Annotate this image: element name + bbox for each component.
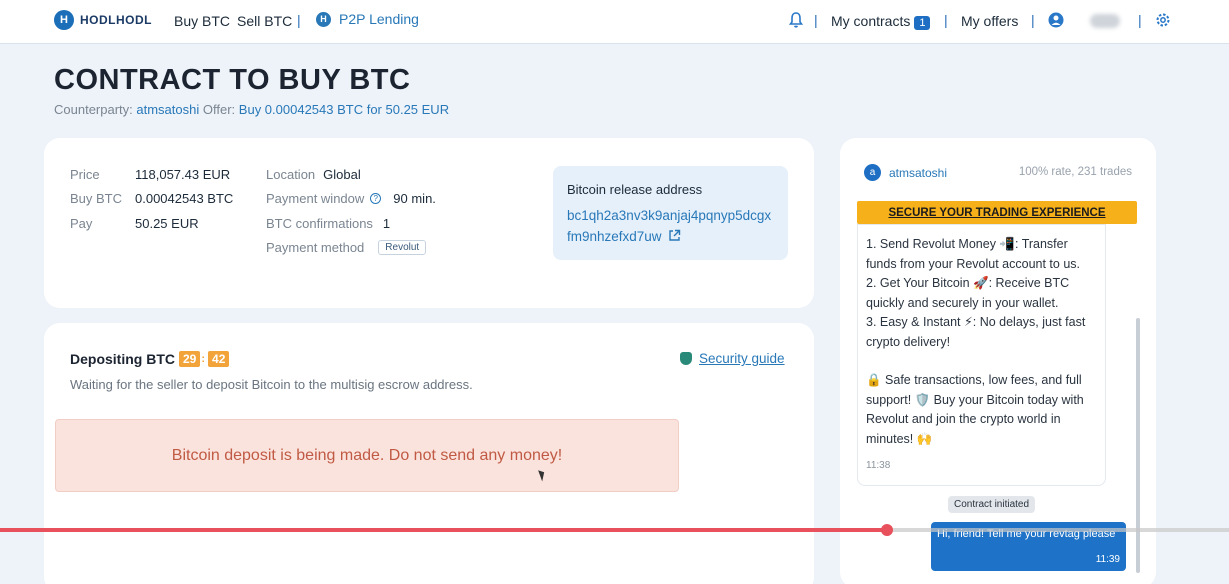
- nav-separator: |: [1138, 12, 1142, 28]
- chat-header[interactable]: a atmsatoshi: [864, 164, 947, 181]
- chat-promo-banner[interactable]: SECURE YOUR TRADING EXPERIENCE: [857, 201, 1137, 224]
- price-label: Price: [70, 166, 100, 182]
- location-value: Global: [323, 166, 361, 182]
- p2p-lending-icon: H: [316, 11, 331, 27]
- nav-p2p-lending[interactable]: H P2P Lending: [316, 11, 419, 27]
- chat-rating: 100% rate, 231 trades: [1018, 166, 1132, 178]
- message-time: 11:38: [866, 459, 891, 471]
- contract-initiated-pill: Contract initiated: [948, 496, 1036, 513]
- page-title: CONTRACT TO BUY BTC: [54, 64, 411, 96]
- user-icon[interactable]: [1048, 11, 1064, 29]
- buy-btc-value: 0.00042543 BTC: [135, 191, 234, 207]
- deposit-title-row: Depositing BTC 29 : 42: [70, 351, 230, 367]
- timer-seconds: 42: [208, 351, 230, 367]
- username-blurred[interactable]: [1090, 14, 1120, 28]
- nav-buy-btc[interactable]: Buy BTC: [174, 13, 230, 29]
- nav-my-offers[interactable]: My offers: [961, 13, 1018, 29]
- release-address-box: Bitcoin release address bc1qh2a3nv3k9anj…: [553, 166, 788, 260]
- pay-value: 50.25 EUR: [135, 215, 199, 231]
- deposit-title: Depositing BTC: [70, 351, 175, 367]
- contract-details-card: Price 118,057.43 EUR Buy BTC 0.00042543 BT…: [44, 138, 814, 308]
- p2p-lending-label: P2P Lending: [339, 11, 419, 27]
- offer-link[interactable]: Buy 0.00042543 BTC for 50.25 EUR: [239, 102, 449, 117]
- video-progress-fill: [0, 528, 887, 532]
- offer-label: Offer:: [202, 102, 236, 117]
- release-address-link[interactable]: bc1qh2a3nv3k9anjaj4pqnyp5dcgxfm9nhzefxd7…: [567, 205, 774, 247]
- message-line: 3. Easy & Instant ⚡: No delays, just fas…: [866, 315, 1086, 349]
- video-progress-handle[interactable]: [881, 524, 893, 536]
- nav-separator: |: [814, 12, 818, 28]
- release-address-title: Bitcoin release address: [567, 182, 703, 197]
- price-value: 118,057.43 EUR: [135, 166, 231, 182]
- payment-window-value: 90 min.: [393, 191, 436, 207]
- payment-method-tag: Revolut: [378, 240, 427, 256]
- nav-my-contracts[interactable]: My contracts 1: [831, 13, 931, 30]
- help-icon[interactable]: ?: [370, 193, 382, 205]
- timer-minutes: 29: [179, 351, 201, 367]
- hodlhodl-logo[interactable]: H HODLHODL: [54, 10, 152, 30]
- pay-label: Pay: [70, 215, 93, 231]
- terms-details: Location Global Payment window? 90 min. BT…: [266, 162, 436, 260]
- payment-method-label: Payment method: [266, 240, 365, 256]
- my-contracts-label: My contracts: [831, 13, 911, 29]
- price-details: Price 118,057.43 EUR Buy BTC 0.00042543 BT…: [70, 162, 233, 236]
- chat-username: atmsatoshi: [889, 165, 948, 180]
- message-line: 1. Send Revolut Money 📲: Transfer funds …: [866, 237, 1080, 271]
- settings-gear-icon[interactable]: [1155, 11, 1171, 29]
- deposit-status-card: Depositing BTC 29 : 42 Waiting for the s…: [44, 323, 814, 584]
- bell-icon[interactable]: [788, 11, 804, 29]
- buy-btc-label: Buy BTC: [70, 191, 123, 207]
- contracts-count-badge: 1: [914, 16, 931, 30]
- security-guide-label: Security guide: [699, 351, 785, 366]
- incoming-message: 1. Send Revolut Money 📲: Transfer funds …: [857, 224, 1106, 486]
- top-navigation: H HODLHODL Buy BTC Sell BTC | H P2P Lend…: [0, 0, 1229, 44]
- counterparty-link[interactable]: atmsatoshi: [136, 102, 199, 117]
- logo-mark-icon: H: [54, 10, 74, 30]
- external-link-icon[interactable]: [668, 229, 681, 242]
- shield-icon: [680, 352, 692, 365]
- btc-confirmations-label: BTC confirmations: [266, 215, 373, 231]
- message-line: 🔒 Safe transactions, low fees, and full …: [866, 373, 1084, 446]
- security-guide-link[interactable]: Security guide: [680, 351, 785, 366]
- outgoing-message-time: 11:39: [1095, 554, 1120, 565]
- contract-subline: Counterparty: atmsatoshi Offer: Buy 0.00…: [54, 102, 449, 117]
- nav-separator: |: [1031, 12, 1035, 28]
- message-line: 2. Get Your Bitcoin 🚀: Receive BTC quick…: [866, 276, 1070, 310]
- deposit-subtitle: Waiting for the seller to deposit Bitcoi…: [70, 377, 473, 392]
- nav-separator: |: [297, 12, 301, 28]
- chat-scrollbar[interactable]: [1136, 318, 1140, 573]
- nav-separator: |: [944, 12, 948, 28]
- nav-sell-btc[interactable]: Sell BTC: [237, 13, 292, 29]
- deposit-warning-alert: Bitcoin deposit is being made. Do not se…: [55, 419, 679, 492]
- counterparty-label: Counterparty:: [54, 102, 133, 117]
- chat-panel: a atmsatoshi 100% rate, 231 trades SECUR…: [840, 138, 1156, 584]
- btc-confirmations-value: 1: [382, 215, 391, 231]
- timer-separator: :: [201, 353, 206, 365]
- logo-text: HODLHODL: [80, 13, 152, 27]
- chat-avatar-icon: a: [864, 164, 881, 181]
- payment-window-label: Payment window: [266, 191, 365, 207]
- location-label: Location: [266, 166, 316, 182]
